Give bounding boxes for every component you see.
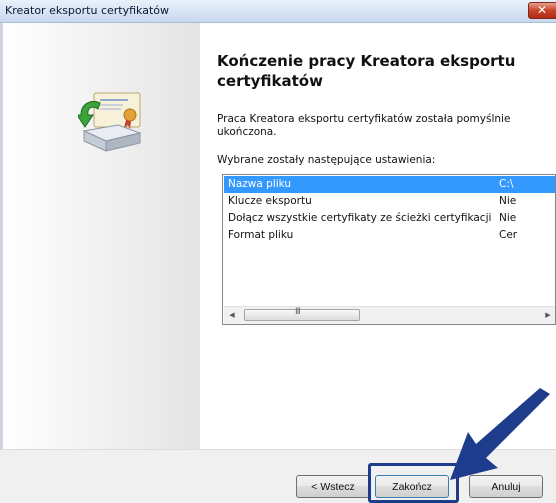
page-title: Kończenie pracy Kreatora eksportu certyf… (217, 52, 516, 90)
window-title: Kreator eksportu certyfikatów (5, 4, 169, 17)
pointer-arrow (450, 388, 550, 480)
wizard-window: Kreator eksportu certyfikatów ✕ Kończeni… (0, 0, 556, 503)
scroll-right-icon[interactable]: ▶ (540, 308, 555, 323)
settings-list[interactable]: Nazwa pliku C:\ Klucze eksportu Nie Dołą… (222, 174, 556, 325)
list-item[interactable]: Dołącz wszystkie certyfikaty ze ścieżki … (224, 210, 555, 227)
close-icon: ✕ (537, 3, 548, 17)
certificate-export-icon (78, 92, 142, 152)
back-button[interactable]: < Wstecz (296, 475, 370, 498)
close-button[interactable]: ✕ (528, 2, 556, 19)
horizontal-scrollbar[interactable]: ◀ III ▶ (224, 306, 555, 324)
scrollbar-thumb[interactable]: III (244, 307, 360, 321)
settings-label: Wybrane zostały następujące ustawienia: (217, 154, 436, 166)
scroll-left-icon[interactable]: ◀ (224, 308, 240, 323)
list-item[interactable]: Format pliku Cer (224, 227, 555, 244)
scrollbar-grip: III (295, 307, 301, 317)
list-item[interactable]: Klucze eksportu Nie (224, 193, 555, 210)
title-bar: Kreator eksportu certyfikatów ✕ (0, 0, 556, 23)
list-item[interactable]: Nazwa pliku C:\ (224, 176, 555, 193)
wizard-side-panel (0, 23, 200, 450)
completion-message: Praca Kreatora eksportu certyfikatów zos… (217, 113, 511, 138)
